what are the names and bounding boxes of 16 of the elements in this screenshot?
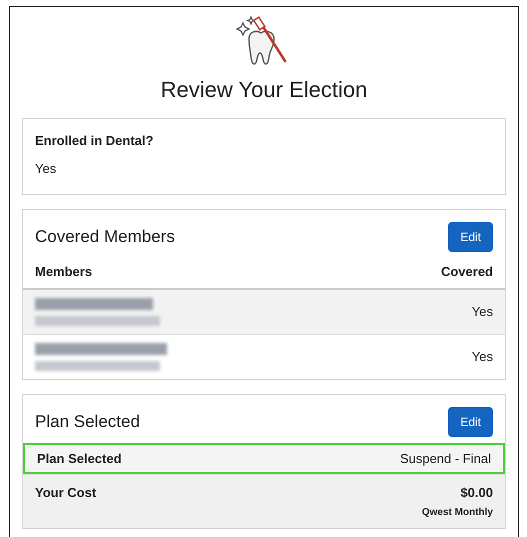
cost-note: Qwest Monthly	[422, 506, 493, 520]
edit-button[interactable]: Edit	[448, 222, 493, 252]
row-label: Plan Selected	[37, 450, 122, 468]
covered-value: Yes	[472, 302, 493, 321]
section-title: Plan Selected	[35, 410, 140, 433]
page-title: Review Your Election	[160, 76, 368, 104]
section-title: Covered Members	[35, 226, 175, 248]
column-header: Covered	[440, 263, 493, 281]
covered-value: Yes	[472, 348, 493, 366]
cost-value: $0.00	[460, 484, 493, 502]
enrollment-value: Yes	[35, 160, 58, 178]
row-label: Your Cost	[35, 484, 96, 502]
row-value: Suspend - Final	[400, 450, 491, 468]
enrollment-label: Enrolled in Dental?	[35, 132, 154, 150]
edit-button[interactable]: Edit	[448, 406, 493, 436]
column-header: Members	[35, 263, 92, 281]
